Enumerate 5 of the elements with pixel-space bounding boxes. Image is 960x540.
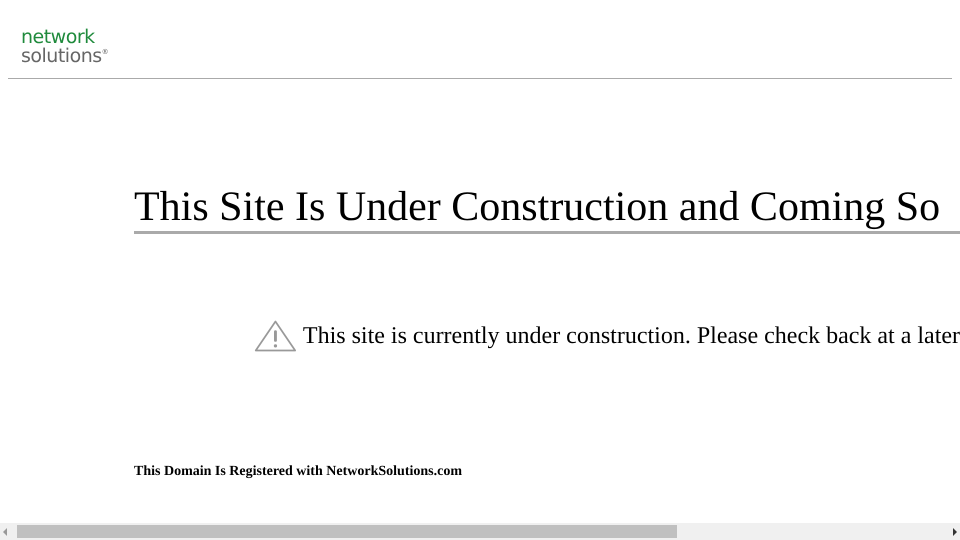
logo: network solutions$^{®}$ <box>21 28 108 66</box>
horizontal-scrollbar[interactable] <box>0 523 960 540</box>
notice-text: This site is currently under construction. Please check back at a later <box>302 322 960 350</box>
registration-note: This Domain Is Registered with NetworkSolutions.com <box>134 464 463 480</box>
page-heading: This Site Is Under Construction and Coming So <box>134 183 960 234</box>
